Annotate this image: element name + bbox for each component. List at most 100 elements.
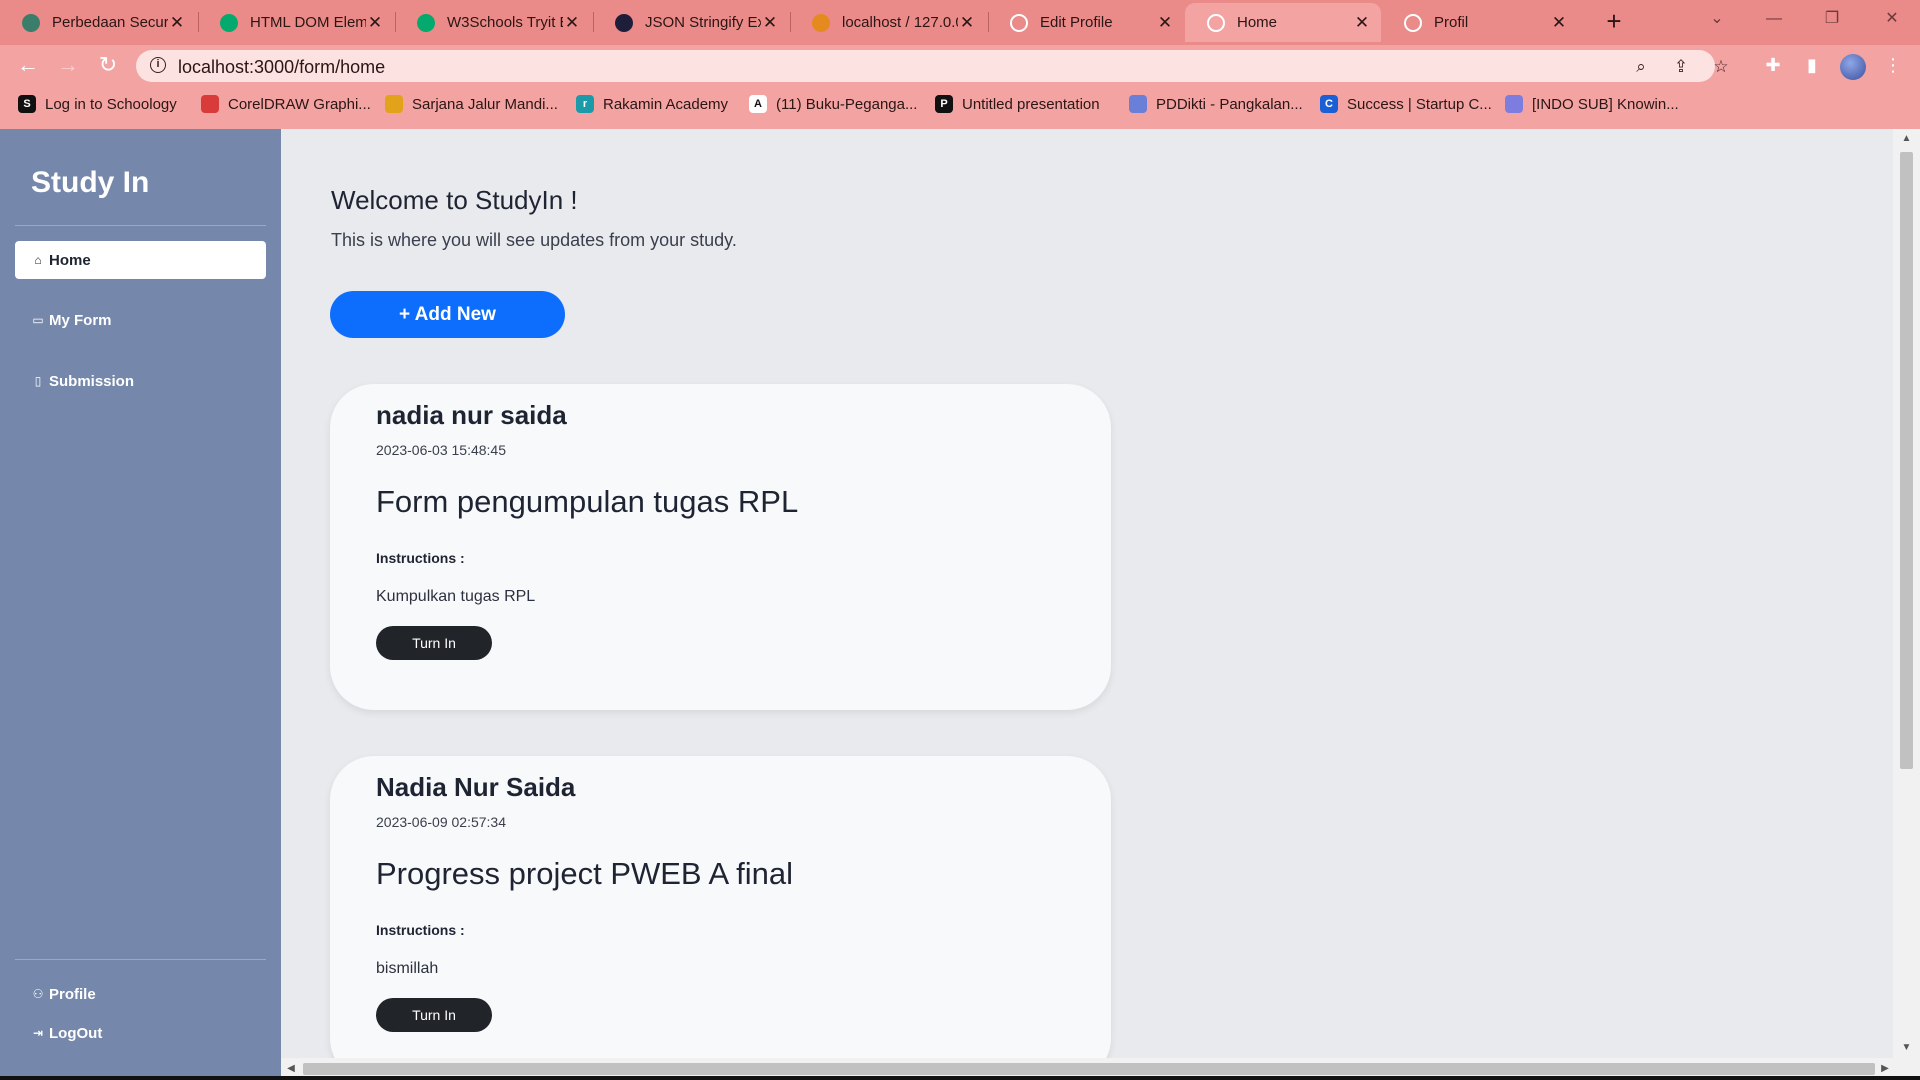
tab-html-dom-elem[interactable]: HTML DOM Elem ✕ <box>198 3 394 42</box>
page-subtitle: This is where you will see updates from … <box>331 230 737 250</box>
person-icon: ⚇ <box>32 987 44 1001</box>
success-icon: C <box>1320 95 1338 113</box>
forward-button[interactable]: → <box>52 49 84 81</box>
side-panel-icon[interactable]: ▮ <box>1801 54 1823 76</box>
university-icon <box>385 95 403 113</box>
address-bar[interactable]: i localhost:3000/form/home ⌕ ⇪ ☆ <box>136 50 1729 82</box>
openai-icon <box>22 13 40 32</box>
bookmark-star-icon[interactable]: ☆ <box>1711 57 1731 77</box>
close-tab-icon[interactable]: ✕ <box>1353 13 1371 33</box>
browser-chrome: Perbedaan Securi ✕ HTML DOM Elem ✕ W3Schools… <box>0 0 1920 129</box>
vertical-scrollbar[interactable]: ▲ ▼ <box>1893 129 1920 1058</box>
tab-json-stringify-ex[interactable]: JSON Stringify Ex ✕ <box>593 3 789 42</box>
tab-edit-profile[interactable]: Edit Profile ✕ <box>988 3 1184 42</box>
page-viewport: Study In ⌂ Home ▭ My Form ▯ Submission ⚇ Profi… <box>0 129 1920 1080</box>
bookmark-label: (11) Buku-Peganga... <box>776 95 918 113</box>
bookmark-label: [INDO SUB] Knowin... <box>1532 95 1679 113</box>
toolbar: ← → ↻ i localhost:3000/form/home ⌕ ⇪ ☆ ✚… <box>0 45 1920 85</box>
card-date: 2023-06-09 02:57:34 <box>376 814 506 830</box>
tab-localhost-127-0-0[interactable]: localhost / 127.0.0 ✕ <box>790 3 986 42</box>
sidebar-item-submission[interactable]: ▯ Submission <box>15 362 266 400</box>
tab-w3schools-tryit-e[interactable]: W3Schools Tryit E ✕ <box>395 3 591 42</box>
folder-icon: ▭ <box>32 313 44 327</box>
bookmark-label: Sarjana Jalur Mandi... <box>412 95 558 113</box>
menu-icon[interactable]: ⋮ <box>1882 54 1904 76</box>
sidebar-item-profile[interactable]: ⚇ Profile <box>15 975 266 1013</box>
profile-avatar[interactable] <box>1840 54 1866 80</box>
form-card: Nadia Nur Saida 2023-06-09 02:57:34 Progre… <box>330 756 1111 1080</box>
scrollbar-thumb[interactable] <box>303 1063 1875 1075</box>
page-title: Welcome to StudyIn ! <box>331 185 578 215</box>
tab-profil[interactable]: Profil ✕ <box>1382 3 1578 42</box>
site-info-icon[interactable]: i <box>150 57 166 73</box>
bookmark-label: CorelDRAW Graphi... <box>228 95 371 113</box>
tab-home[interactable]: Home ✕ <box>1185 3 1381 42</box>
close-tab-icon[interactable]: ✕ <box>761 13 779 33</box>
bookmark-item[interactable]: C Success | Startup C... <box>1320 95 1492 113</box>
sidebar-item-label: Submission <box>49 372 135 390</box>
card-form-title: Progress project PWEB A final <box>376 856 793 891</box>
bookmark-item[interactable]: Sarjana Jalur Mandi... <box>385 95 558 113</box>
tab-search-icon[interactable]: ⌄ <box>1697 4 1737 34</box>
card-author: Nadia Nur Saida <box>376 772 576 802</box>
bookmark-item[interactable]: S Log in to Schoology <box>18 95 177 113</box>
turn-in-button[interactable]: Turn In <box>376 998 492 1032</box>
reload-button[interactable]: ↻ <box>92 49 124 81</box>
instructions-text: Kumpulkan tugas RPL <box>376 588 536 605</box>
bookmark-label: Log in to Schoology <box>45 95 177 113</box>
logout-icon: ⇥ <box>32 1026 44 1040</box>
tab-perbedaan-securi[interactable]: Perbedaan Securi ✕ <box>0 3 196 42</box>
tab-strip: Perbedaan Securi ✕ HTML DOM Elem ✕ W3Schools… <box>0 0 1920 45</box>
bookmark-item[interactable]: CorelDRAW Graphi... <box>201 95 371 113</box>
bookmark-label: PDDikti - Pangkalan... <box>1156 95 1303 113</box>
tab-title: Edit Profile <box>1040 14 1113 31</box>
tab-title: localhost / 127.0.0 <box>842 14 958 31</box>
main-content: Welcome to StudyIn ! This is where you w… <box>281 129 1893 1080</box>
card-form-title: Form pengumpulan tugas RPL <box>376 484 799 519</box>
close-tab-icon[interactable]: ✕ <box>1550 13 1568 33</box>
close-tab-icon[interactable]: ✕ <box>563 13 581 33</box>
zoom-icon[interactable]: ⌕ <box>1631 57 1651 77</box>
bookmark-label: Rakamin Academy <box>603 95 729 113</box>
scrollbar-thumb[interactable] <box>1900 152 1913 769</box>
globe-icon <box>1010 13 1028 32</box>
extensions-icon[interactable]: ✚ <box>1762 54 1784 76</box>
minimize-button[interactable]: — <box>1754 4 1794 34</box>
sidebar-item-home[interactable]: ⌂ Home <box>15 241 266 279</box>
close-tab-icon[interactable]: ✕ <box>366 13 384 33</box>
tab-separator <box>790 12 791 32</box>
sidebar-item-label: My Form <box>49 311 112 329</box>
bookmark-item[interactable]: P Untitled presentation <box>935 95 1100 113</box>
bookmark-item[interactable]: PDDikti - Pangkalan... <box>1129 95 1303 113</box>
sidebar-item-label: LogOut <box>49 1024 103 1042</box>
share-icon[interactable]: ⇪ <box>1671 57 1691 77</box>
card-author: nadia nur saida <box>376 400 567 430</box>
url-text[interactable]: localhost:3000/form/home <box>178 57 385 78</box>
json-icon <box>615 13 633 32</box>
back-button[interactable]: ← <box>12 49 44 81</box>
globe-icon <box>1404 13 1422 32</box>
turn-in-button[interactable]: Turn In <box>376 626 492 660</box>
bookmarks-bar: S Log in to Schoology CorelDRAW Graphi... S… <box>0 89 1920 123</box>
add-new-button[interactable]: + Add New <box>330 291 565 338</box>
sidebar-item-my-form[interactable]: ▭ My Form <box>15 301 266 339</box>
new-tab-button[interactable]: + <box>1598 6 1630 38</box>
pitch-icon: P <box>935 95 953 113</box>
tab-title: Perbedaan Securi <box>52 14 168 31</box>
bookmark-item[interactable]: [INDO SUB] Knowin... <box>1505 95 1679 113</box>
scroll-up-arrow[interactable]: ▲ <box>1893 129 1920 149</box>
tab-separator <box>988 12 989 32</box>
instructions-text: bismillah <box>376 960 439 977</box>
bookmark-item[interactable]: r Rakamin Academy <box>576 95 728 113</box>
restore-button[interactable]: ❐ <box>1812 4 1852 34</box>
bookmark-item[interactable]: A (11) Buku-Peganga... <box>749 95 917 113</box>
close-window-button[interactable]: ✕ <box>1872 4 1912 34</box>
tab-title: Home <box>1237 14 1278 31</box>
close-tab-icon[interactable]: ✕ <box>1156 13 1174 33</box>
tab-title: Profil <box>1434 14 1469 31</box>
close-tab-icon[interactable]: ✕ <box>168 13 186 33</box>
scroll-down-arrow[interactable]: ▼ <box>1893 1038 1920 1058</box>
sidebar-item-logout[interactable]: ⇥ LogOut <box>15 1014 266 1052</box>
phpmyadmin-icon <box>812 13 830 32</box>
close-tab-icon[interactable]: ✕ <box>958 13 976 33</box>
